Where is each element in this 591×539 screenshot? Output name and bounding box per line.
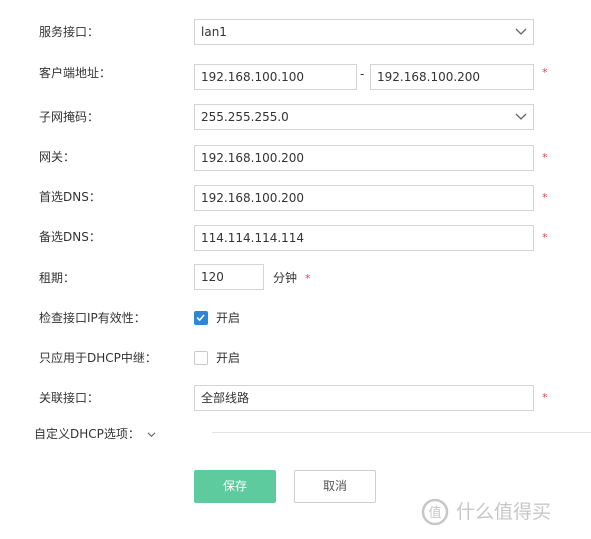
- client-address-start-input[interactable]: 192.168.100.100: [194, 64, 357, 90]
- custom-dhcp-options-label: 自定义DHCP选项：: [34, 427, 140, 441]
- preferred-dns-input[interactable]: 192.168.100.200: [194, 185, 534, 211]
- subnet-mask-label: 子网掩码：: [39, 110, 100, 124]
- required-mark: *: [542, 191, 548, 204]
- check-ip-option-label: 开启: [216, 311, 241, 325]
- linked-interface-input[interactable]: 全部线路: [194, 385, 534, 411]
- alternate-dns-label: 备选DNS：: [39, 230, 101, 244]
- client-address-end-input[interactable]: 192.168.100.200: [370, 64, 534, 90]
- service-interface-label: 服务接口：: [39, 25, 100, 39]
- required-mark: *: [542, 391, 548, 404]
- client-address-label: 客户端地址：: [39, 66, 112, 80]
- lease-label: 租期：: [39, 271, 76, 285]
- service-interface-select[interactable]: lan1: [194, 19, 534, 45]
- required-mark: *: [542, 231, 548, 244]
- section-divider: [212, 432, 591, 433]
- chevron-down-icon: [147, 432, 156, 438]
- checkmark-icon: [196, 314, 205, 322]
- required-mark: *: [305, 272, 311, 285]
- check-ip-label: 检查接口IP有效性：: [39, 311, 146, 325]
- dhcp-relay-option-label: 开启: [216, 351, 241, 365]
- watermark-text: 什么值得买: [456, 501, 552, 523]
- custom-dhcp-options-toggle[interactable]: 自定义DHCP选项：: [34, 424, 156, 444]
- gateway-input[interactable]: 192.168.100.200: [194, 145, 534, 171]
- save-button[interactable]: 保存: [194, 470, 276, 503]
- lease-unit: 分钟: [273, 271, 298, 285]
- chevron-down-icon: [515, 113, 527, 120]
- cancel-button[interactable]: 取消: [294, 470, 376, 503]
- subnet-mask-select[interactable]: 255.255.255.0: [194, 104, 534, 130]
- check-ip-checkbox[interactable]: [194, 311, 208, 325]
- service-interface-value: lan1: [201, 25, 227, 39]
- range-separator: -: [360, 67, 365, 81]
- svg-text:值: 值: [428, 505, 441, 521]
- dhcp-relay-label: 只应用于DHCP中继：: [39, 351, 157, 365]
- lease-input[interactable]: 120: [194, 264, 264, 290]
- required-mark: *: [542, 66, 548, 79]
- alternate-dns-input[interactable]: 114.114.114.114: [194, 225, 534, 251]
- required-mark: *: [542, 151, 548, 164]
- dhcp-relay-checkbox[interactable]: [194, 351, 208, 365]
- gateway-label: 网关：: [39, 150, 76, 164]
- subnet-mask-value: 255.255.255.0: [201, 110, 289, 124]
- chevron-down-icon: [515, 28, 527, 35]
- linked-interface-label: 关联接口：: [39, 391, 100, 405]
- smzdm-logo-icon: 值: [421, 498, 449, 526]
- preferred-dns-label: 首选DNS：: [39, 190, 101, 204]
